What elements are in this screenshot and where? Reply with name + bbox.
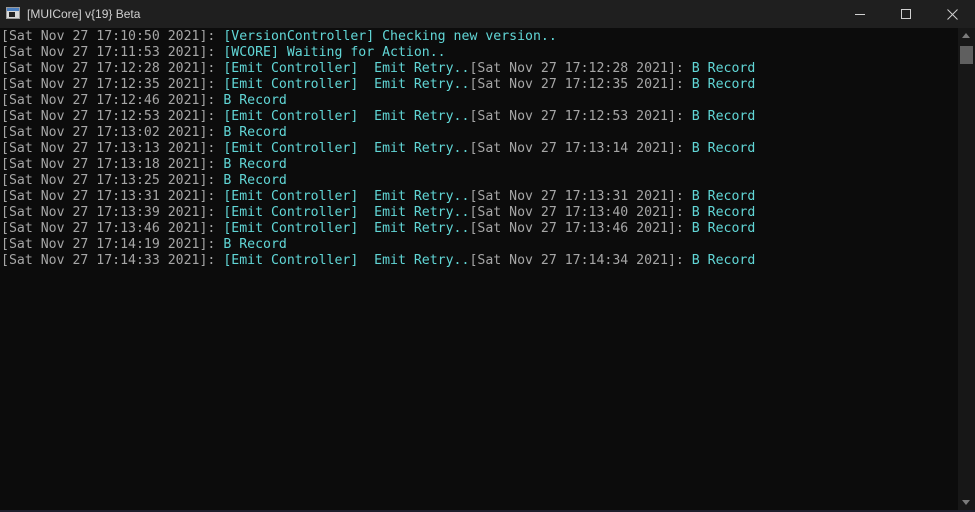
log-line: [Sat Nov 27 17:12:53 2021]: [Emit Contro…: [0, 109, 958, 125]
log-line: [Sat Nov 27 17:14:19 2021]: B Record: [0, 237, 958, 253]
log-timestamp: [Sat Nov 27 17:13:40 2021]:: [469, 205, 692, 220]
log-timestamp: [Sat Nov 27 17:12:28 2021]:: [1, 61, 224, 76]
log-message: B Record: [691, 221, 756, 236]
log-timestamp: [Sat Nov 27 17:13:13 2021]:: [1, 141, 224, 156]
minimize-button[interactable]: [837, 0, 883, 28]
scroll-up-arrow-icon[interactable]: [962, 33, 970, 38]
log-line: [Sat Nov 27 17:10:50 2021]: [VersionCont…: [0, 29, 958, 45]
log-timestamp: [Sat Nov 27 17:14:19 2021]:: [1, 237, 224, 252]
log-timestamp: [Sat Nov 27 17:12:53 2021]:: [469, 109, 692, 124]
log-line: [Sat Nov 27 17:12:35 2021]: [Emit Contro…: [0, 77, 958, 93]
log-timestamp: [Sat Nov 27 17:12:35 2021]:: [1, 77, 224, 92]
log-timestamp: [Sat Nov 27 17:11:53 2021]:: [1, 45, 224, 60]
log-message: [Emit Controller] Emit Retry..: [223, 109, 470, 124]
minimize-icon: [855, 14, 865, 15]
log-timestamp: [Sat Nov 27 17:14:34 2021]:: [469, 253, 692, 268]
window-title: [MUICore] v{19} Beta: [27, 7, 141, 21]
log-message: [Emit Controller] Emit Retry..: [223, 77, 470, 92]
log-line: [Sat Nov 27 17:11:53 2021]: [WCORE] Wait…: [0, 45, 958, 61]
log-message: B Record: [691, 189, 756, 204]
vertical-scrollbar[interactable]: [958, 28, 975, 510]
log-message: [Emit Controller] Emit Retry..: [223, 221, 470, 236]
log-timestamp: [Sat Nov 27 17:13:46 2021]:: [1, 221, 224, 236]
close-icon: [946, 8, 958, 20]
log-message: [Emit Controller] Emit Retry..: [223, 253, 470, 268]
title-bar[interactable]: [MUICore] v{19} Beta: [0, 0, 975, 28]
log-message: [Emit Controller] Emit Retry..: [223, 189, 470, 204]
maximize-icon: [901, 9, 911, 19]
log-message: B Record: [691, 61, 756, 76]
log-message: [WCORE] Waiting for Action..: [223, 45, 446, 60]
log-timestamp: [Sat Nov 27 17:12:28 2021]:: [469, 61, 692, 76]
log-message: B Record: [223, 93, 287, 108]
log-line: [Sat Nov 27 17:12:28 2021]: [Emit Contro…: [0, 61, 958, 77]
log-message: [VersionController] Checking new version…: [223, 29, 557, 44]
log-message: B Record: [691, 253, 756, 268]
log-line: [Sat Nov 27 17:14:33 2021]: [Emit Contro…: [0, 253, 958, 269]
log-timestamp: [Sat Nov 27 17:13:31 2021]:: [469, 189, 692, 204]
log-timestamp: [Sat Nov 27 17:13:14 2021]:: [469, 141, 692, 156]
maximize-button[interactable]: [883, 0, 929, 28]
log-message: B Record: [223, 125, 287, 140]
scroll-down-arrow-icon[interactable]: [962, 500, 970, 505]
log-line: [Sat Nov 27 17:13:31 2021]: [Emit Contro…: [0, 189, 958, 205]
log-timestamp: [Sat Nov 27 17:14:33 2021]:: [1, 253, 224, 268]
log-line: [Sat Nov 27 17:13:18 2021]: B Record: [0, 157, 958, 173]
log-line: [Sat Nov 27 17:12:46 2021]: B Record: [0, 93, 958, 109]
close-button[interactable]: [929, 0, 975, 28]
log-timestamp: [Sat Nov 27 17:12:46 2021]:: [1, 93, 224, 108]
log-message: B Record: [223, 237, 287, 252]
log-message: [Emit Controller] Emit Retry..: [223, 61, 470, 76]
log-message: B Record: [223, 157, 287, 172]
log-message: B Record: [691, 77, 756, 92]
log-message: B Record: [691, 109, 756, 124]
log-line: [Sat Nov 27 17:13:25 2021]: B Record: [0, 173, 958, 189]
log-timestamp: [Sat Nov 27 17:13:02 2021]:: [1, 125, 224, 140]
log-line: [Sat Nov 27 17:13:13 2021]: [Emit Contro…: [0, 141, 958, 157]
log-timestamp: [Sat Nov 27 17:12:35 2021]:: [469, 77, 692, 92]
log-timestamp: [Sat Nov 27 17:13:18 2021]:: [1, 157, 224, 172]
log-message: B Record: [691, 205, 756, 220]
log-timestamp: [Sat Nov 27 17:12:53 2021]:: [1, 109, 224, 124]
scroll-thumb[interactable]: [960, 46, 973, 64]
log-timestamp: [Sat Nov 27 17:13:39 2021]:: [1, 205, 224, 220]
log-timestamp: [Sat Nov 27 17:10:50 2021]:: [1, 29, 224, 44]
log-message: [Emit Controller] Emit Retry..: [223, 205, 470, 220]
log-timestamp: [Sat Nov 27 17:13:46 2021]:: [469, 221, 692, 236]
log-message: B Record: [223, 173, 287, 188]
log-message: [Emit Controller] Emit Retry..: [223, 141, 470, 156]
console-output[interactable]: [Sat Nov 27 17:10:50 2021]: [VersionCont…: [0, 28, 958, 510]
console-window: [MUICore] v{19} Beta [Sat Nov 27 17:10:5…: [0, 0, 975, 512]
log-message: B Record: [691, 141, 756, 156]
log-line: [Sat Nov 27 17:13:02 2021]: B Record: [0, 125, 958, 141]
log-timestamp: [Sat Nov 27 17:13:31 2021]:: [1, 189, 224, 204]
log-timestamp: [Sat Nov 27 17:13:25 2021]:: [1, 173, 224, 188]
log-line: [Sat Nov 27 17:13:39 2021]: [Emit Contro…: [0, 205, 958, 221]
console-app-icon[interactable]: [6, 7, 20, 19]
log-line: [Sat Nov 27 17:13:46 2021]: [Emit Contro…: [0, 221, 958, 237]
